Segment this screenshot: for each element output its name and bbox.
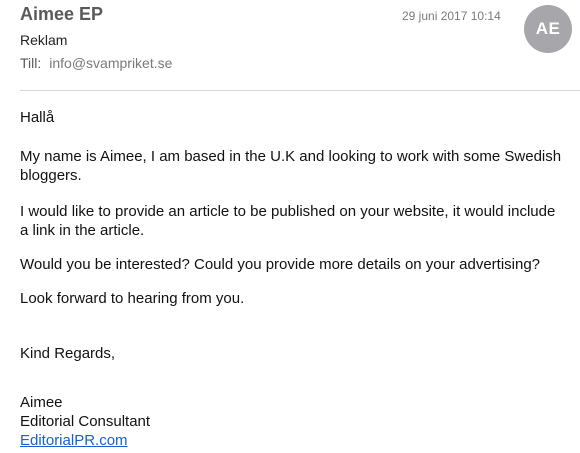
closing: Kind Regards, <box>20 345 116 362</box>
message-header: Aimee EP 29 juni 2017 10:14 AE Reklam Ti… <box>0 0 580 92</box>
message-subject: Reklam <box>20 32 68 48</box>
recipient-address[interactable]: info@svampriket.se <box>49 55 172 71</box>
body-paragraph: Look forward to hearing from you. <box>20 290 245 307</box>
to-label: Till: <box>20 55 42 71</box>
recipient-row: Till: info@svampriket.se <box>20 55 172 71</box>
body-paragraph: I would like to provide an article to be… <box>20 203 556 239</box>
header-divider <box>20 90 580 91</box>
message-date: 29 juni 2017 10:14 <box>402 9 501 23</box>
body-paragraph: Would you be interested? Could you provi… <box>20 256 541 273</box>
signature-title: Editorial Consultant <box>20 413 151 430</box>
greeting: Hallå <box>20 109 55 126</box>
signature-link[interactable]: EditorialPR.com <box>20 432 128 449</box>
avatar[interactable]: AE <box>524 5 572 53</box>
message-body: Hallå My name is Aimee, I am based in th… <box>20 102 565 450</box>
body-paragraph: My name is Aimee, I am based in the U.K … <box>20 148 562 184</box>
signature-name: Aimee <box>20 394 63 411</box>
sender-name[interactable]: Aimee EP <box>20 4 103 25</box>
